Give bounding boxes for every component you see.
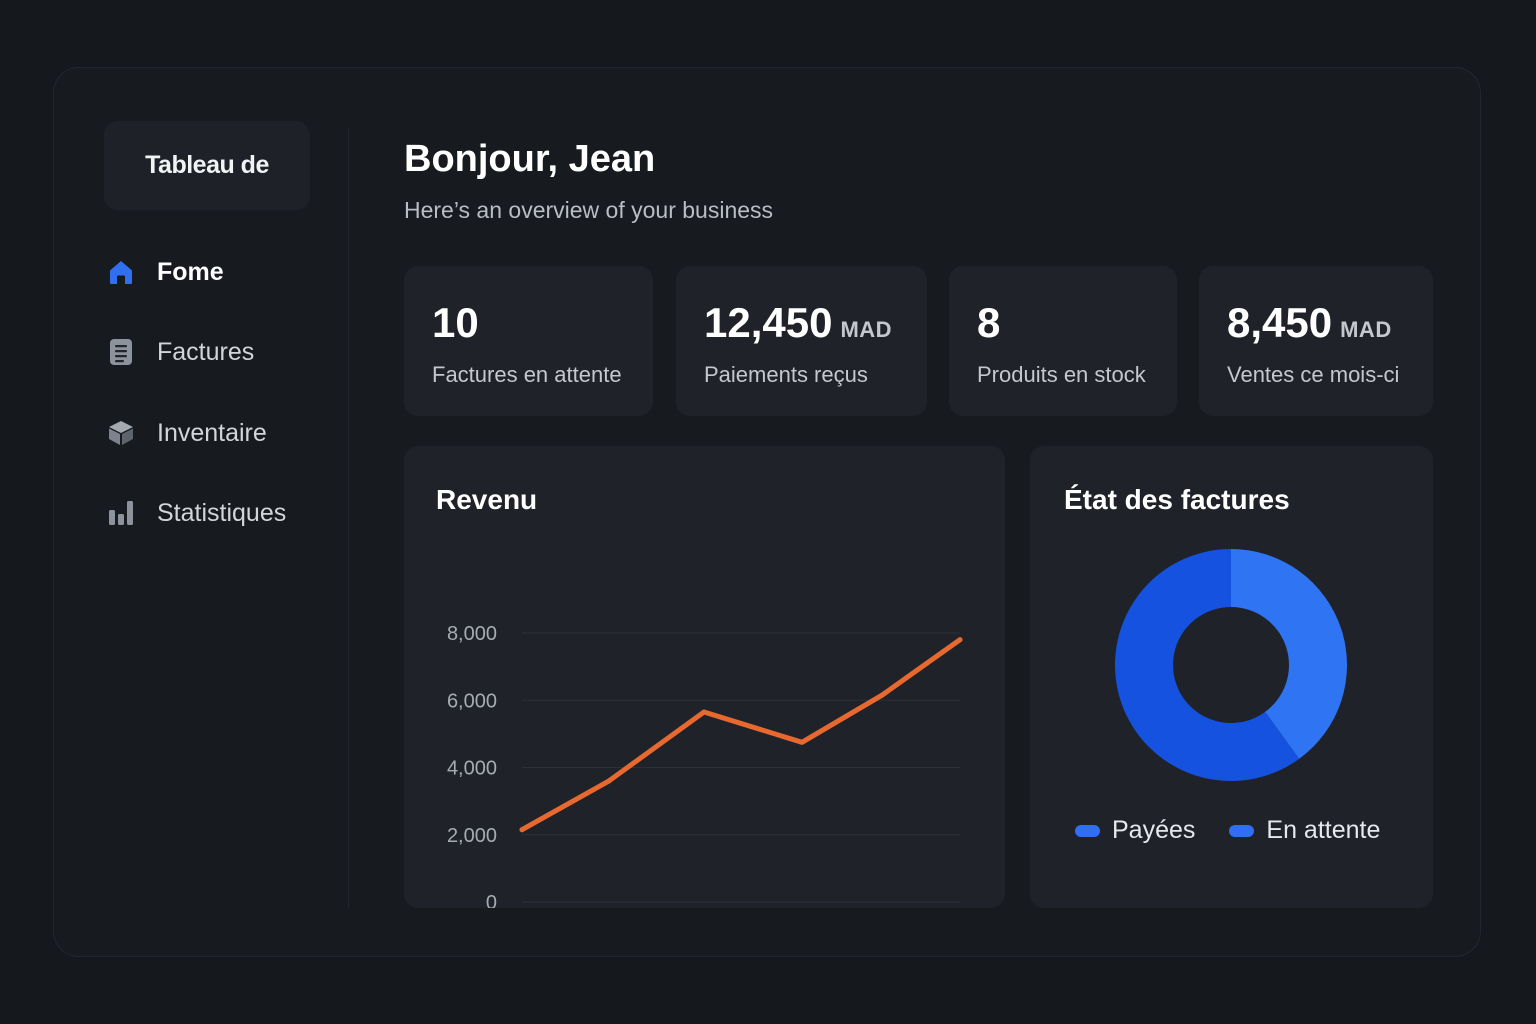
dashboard-window: Tableau de Fome Factures Inventaire Stat… [53,67,1481,957]
legend-item-en-attente[interactable]: En attente [1229,816,1380,845]
sidebar-item-factures[interactable]: Factures [106,332,346,372]
invoice-status-card: État des factures Payées En attente [1030,446,1433,908]
stat-unit: MAD [1340,317,1392,342]
stat-number: 10 [432,299,479,346]
revenue-line-chart: 8,0006,0004,0002,0000JanFebMarAprMayJun [447,623,963,908]
sidebar-item-home[interactable]: Fome [106,252,346,292]
stat-card-payments-received[interactable]: 12,450 MAD Paiements reçus [676,266,927,416]
legend-swatch [1075,824,1100,837]
document-icon [106,337,136,367]
sidebar-item-statistiques[interactable]: Statistiques [106,493,346,533]
sidebar-item-label: Inventaire [157,418,267,447]
home-icon [106,257,136,287]
legend-label: En attente [1266,816,1381,844]
legend-item-payees[interactable]: Payées [1075,816,1195,845]
box-icon [106,418,136,448]
data-point[interactable] [957,637,963,643]
stat-value: 8 [977,299,1000,347]
sidebar-item-label: Statistiques [157,498,287,527]
data-point[interactable] [606,778,612,784]
stat-card-monthly-sales[interactable]: 8,450 MAD Ventes ce mois-ci [1199,266,1433,416]
stat-caption: Paiements reçus [704,362,868,387]
data-point[interactable] [879,692,885,698]
data-point[interactable] [519,827,525,833]
stat-caption: Factures en attente [432,362,622,387]
stat-unit: MAD [840,317,893,342]
sidebar-item-label: Factures [157,337,255,366]
brand-label: Tableau de [145,151,269,179]
stat-card-products-in-stock[interactable]: 8 Produits en stock [949,266,1177,416]
sidebar-item-label: Fome [157,257,224,286]
chart-legend: Payées En attente [1075,816,1414,845]
legend-swatch [1229,824,1255,837]
stat-value: 8,450 MAD [1227,299,1392,347]
stat-card-pending-invoices[interactable]: 10 Factures en attente [404,266,653,416]
stat-value: 10 [432,299,479,347]
sidebar-divider [348,128,349,908]
y-tick-label: 2,000 [447,825,497,847]
sidebar-item-inventaire[interactable]: Inventaire [106,413,346,453]
data-point[interactable] [799,739,805,745]
page-title: Bonjour, Jean [404,138,656,180]
page-subtitle: Here’s an overview of your business [404,197,774,223]
revenue-series-line [519,637,963,833]
legend-label: Payées [1112,816,1196,844]
data-point[interactable] [701,709,707,715]
revenue-chart-card: Revenu 8,0006,0004,0002,0000JanFebMarApr… [404,446,1005,908]
y-tick-label: 8,000 [447,623,497,645]
stat-number: 8 [977,299,1001,346]
y-tick-label: 0 [486,892,497,908]
stat-number: 12,450 [704,299,833,346]
stat-caption: Ventes ce mois-ci [1227,362,1400,387]
stat-number: 8,450 [1227,299,1333,346]
stat-value: 12,450 MAD [704,299,892,347]
y-tick-label: 4,000 [447,758,497,780]
app-brand[interactable]: Tableau de [104,121,310,210]
y-tick-label: 6,000 [447,690,497,712]
bar-chart-icon [106,498,136,528]
stat-caption: Produits en stock [977,362,1146,387]
